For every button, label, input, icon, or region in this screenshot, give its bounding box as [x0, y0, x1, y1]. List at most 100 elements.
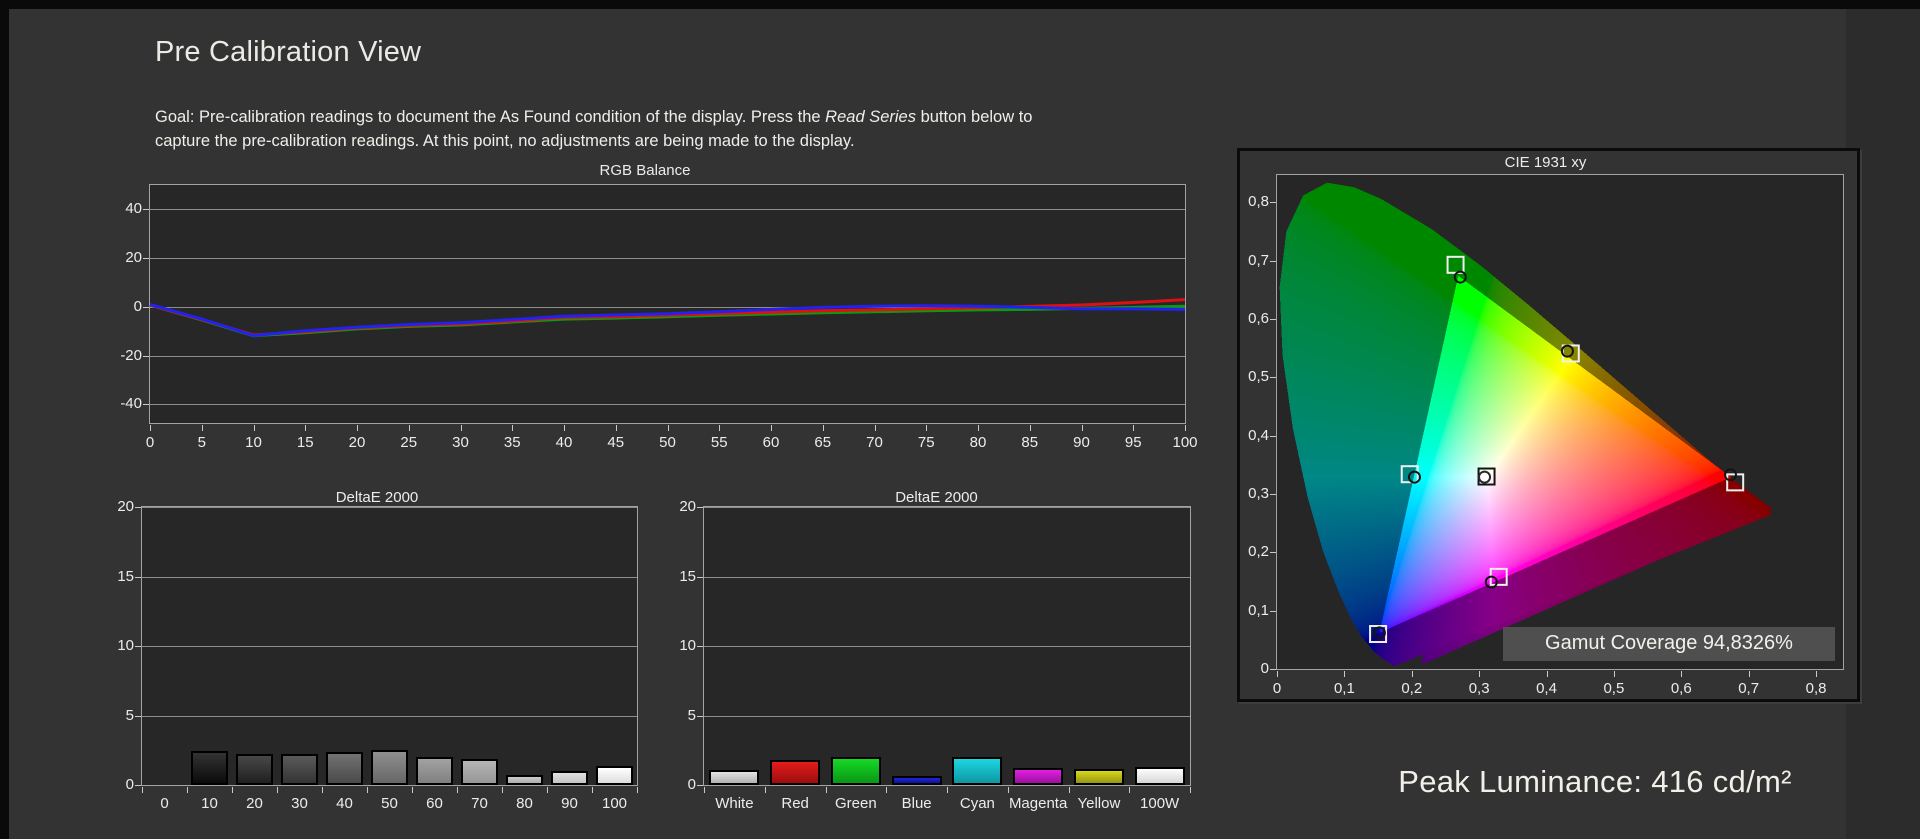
rgb-x-tick-label: 30 — [452, 434, 469, 451]
deltae-y-tick — [697, 785, 703, 786]
deltae-y-tick — [697, 715, 703, 717]
cie-y-tick-label: 0,1 — [1248, 601, 1269, 619]
deltae-y-tick-label: 10 — [117, 637, 134, 654]
rgb-x-tick — [874, 425, 876, 431]
cie-y-tick-label: 0,5 — [1248, 368, 1269, 386]
cie-title: CIE 1931 xy — [1504, 154, 1587, 171]
deltae-bar-white — [709, 769, 760, 785]
deltae-x-tick — [412, 787, 413, 793]
white-measured-marker — [1478, 470, 1492, 484]
rgb-x-tick-label: 90 — [1073, 434, 1090, 451]
rgb-x-tick — [201, 425, 203, 431]
rgb-x-tick-label: 5 — [197, 434, 206, 451]
page-title: Pre Calibration View — [155, 36, 422, 68]
cie-x-tick — [1681, 671, 1683, 677]
gamut-coverage-badge: Gamut Coverage 94,8326% — [1503, 627, 1835, 661]
deltae-bar-100 — [595, 766, 634, 785]
deltae-y-tick — [697, 576, 703, 578]
rgb-y-tick — [143, 404, 149, 406]
cie-x-tick-label: 0,1 — [1333, 680, 1355, 697]
rgb-x-tick — [564, 425, 565, 431]
cie-y-tick — [1270, 610, 1276, 612]
cie-y-tick-label: 0,2 — [1248, 543, 1269, 561]
deltae-x-tick — [142, 787, 143, 793]
rgb-y-tick-label: -20 — [120, 346, 142, 364]
cie-x-tick-label: 0,3 — [1468, 680, 1490, 697]
deltae-y-tick — [135, 715, 141, 717]
deltae-x-tick — [1190, 787, 1191, 793]
cie-y-tick-label: 0 — [1260, 660, 1269, 677]
rgb-balance-title: RGB Balance — [599, 162, 691, 179]
deltae-x-tick — [592, 787, 593, 793]
deltae-gridline — [704, 715, 1190, 717]
deltae-gridline — [704, 507, 1190, 508]
deltae-y-tick-label: 5 — [687, 706, 696, 724]
cie-x-tick — [1748, 671, 1750, 677]
deltae-y-tick — [135, 646, 141, 647]
rgb-y-tick-label: 40 — [125, 200, 142, 218]
rgb-x-tick — [926, 425, 928, 431]
deltae-grayscale-title: DeltaE 2000 — [335, 489, 419, 506]
deltae-x-tick — [187, 787, 188, 793]
deltae-bar-100w — [1134, 766, 1185, 785]
cie-x-tick — [1277, 671, 1278, 677]
deltae-bar-30 — [280, 754, 319, 785]
cie-y-tick — [1270, 202, 1276, 204]
cie-y-tick-label: 0,3 — [1248, 485, 1269, 503]
rgb-x-tick-label: 35 — [503, 434, 521, 451]
cie-y-tick — [1270, 552, 1276, 554]
deltae-y-tick-label: 20 — [117, 498, 134, 515]
rgb-balance-lines — [149, 298, 1186, 338]
deltae-colors-title: DeltaE 2000 — [895, 489, 978, 506]
rgb-y-tick — [143, 355, 149, 357]
deltae-gridline — [142, 715, 637, 717]
rgb-x-tick-label: 95 — [1124, 434, 1142, 451]
deltae-y-tick — [697, 646, 703, 647]
deltae-bar-10 — [190, 750, 229, 785]
rgb-x-tick — [460, 425, 462, 431]
rgb-x-tick-label: 25 — [400, 434, 418, 451]
rgb-x-tick-label: 0 — [145, 434, 155, 451]
deltae-bar-20 — [235, 754, 274, 785]
deltae-bar-cyan — [952, 757, 1003, 785]
cie-1931-panel: CIE 1931 xy Gamut Coverage 94,8326% 0 0,1… — [1237, 148, 1860, 702]
blue-measured-marker — [1372, 626, 1386, 640]
rgb-x-tick-label: 85 — [1021, 434, 1039, 451]
cie-x-tick-label: 0,8 — [1805, 680, 1827, 697]
rgb-x-tick-label: 65 — [814, 434, 832, 451]
rgb-x-tick-label: 15 — [296, 434, 314, 451]
deltae-bar-40 — [325, 751, 364, 785]
deltae-y-tick-label: 0 — [687, 776, 696, 793]
rgb-x-tick-label: 55 — [710, 434, 728, 451]
rgb-x-tick — [1029, 425, 1031, 431]
rgb-x-tick — [357, 425, 358, 431]
rgb-y-tick — [143, 306, 149, 308]
deltae-bar-green — [830, 757, 881, 785]
deltae-gridline — [704, 576, 1190, 578]
deltae-bar-blue — [891, 775, 942, 785]
goal-line1-pre: Goal: Pre-calibration readings to docume… — [155, 107, 826, 126]
cie-y-tick — [1270, 435, 1276, 437]
deltae-y-tick-label: 5 — [125, 706, 134, 724]
deltae-x-tick — [1129, 787, 1131, 793]
deltae-bar-70 — [460, 758, 499, 785]
deltae-y-tick — [135, 576, 141, 578]
rgb-y-tick — [143, 209, 149, 211]
deltae-x-tick — [322, 787, 323, 793]
deltae-y-tick — [135, 507, 141, 508]
cie-x-tick — [1546, 671, 1548, 677]
deltae-gridline — [704, 646, 1190, 647]
cie-y-tick-label: 0,4 — [1248, 426, 1269, 444]
rgb-x-tick — [408, 425, 410, 431]
deltae-x-tick — [277, 787, 278, 793]
deltae-x-tick — [1068, 787, 1070, 793]
rgb-x-tick-label: 100 — [1172, 434, 1198, 451]
rgb-x-tick — [615, 425, 617, 431]
deltae-y-tick-label: 15 — [117, 567, 134, 585]
rgb-x-tick — [667, 425, 669, 431]
deltae-y-tick-label: 0 — [125, 776, 134, 793]
rgb-x-tick-label: 50 — [659, 434, 676, 451]
window-frame-left — [0, 0, 9, 839]
rgb-x-tick — [1133, 425, 1135, 431]
rgb-x-tick — [512, 425, 514, 431]
